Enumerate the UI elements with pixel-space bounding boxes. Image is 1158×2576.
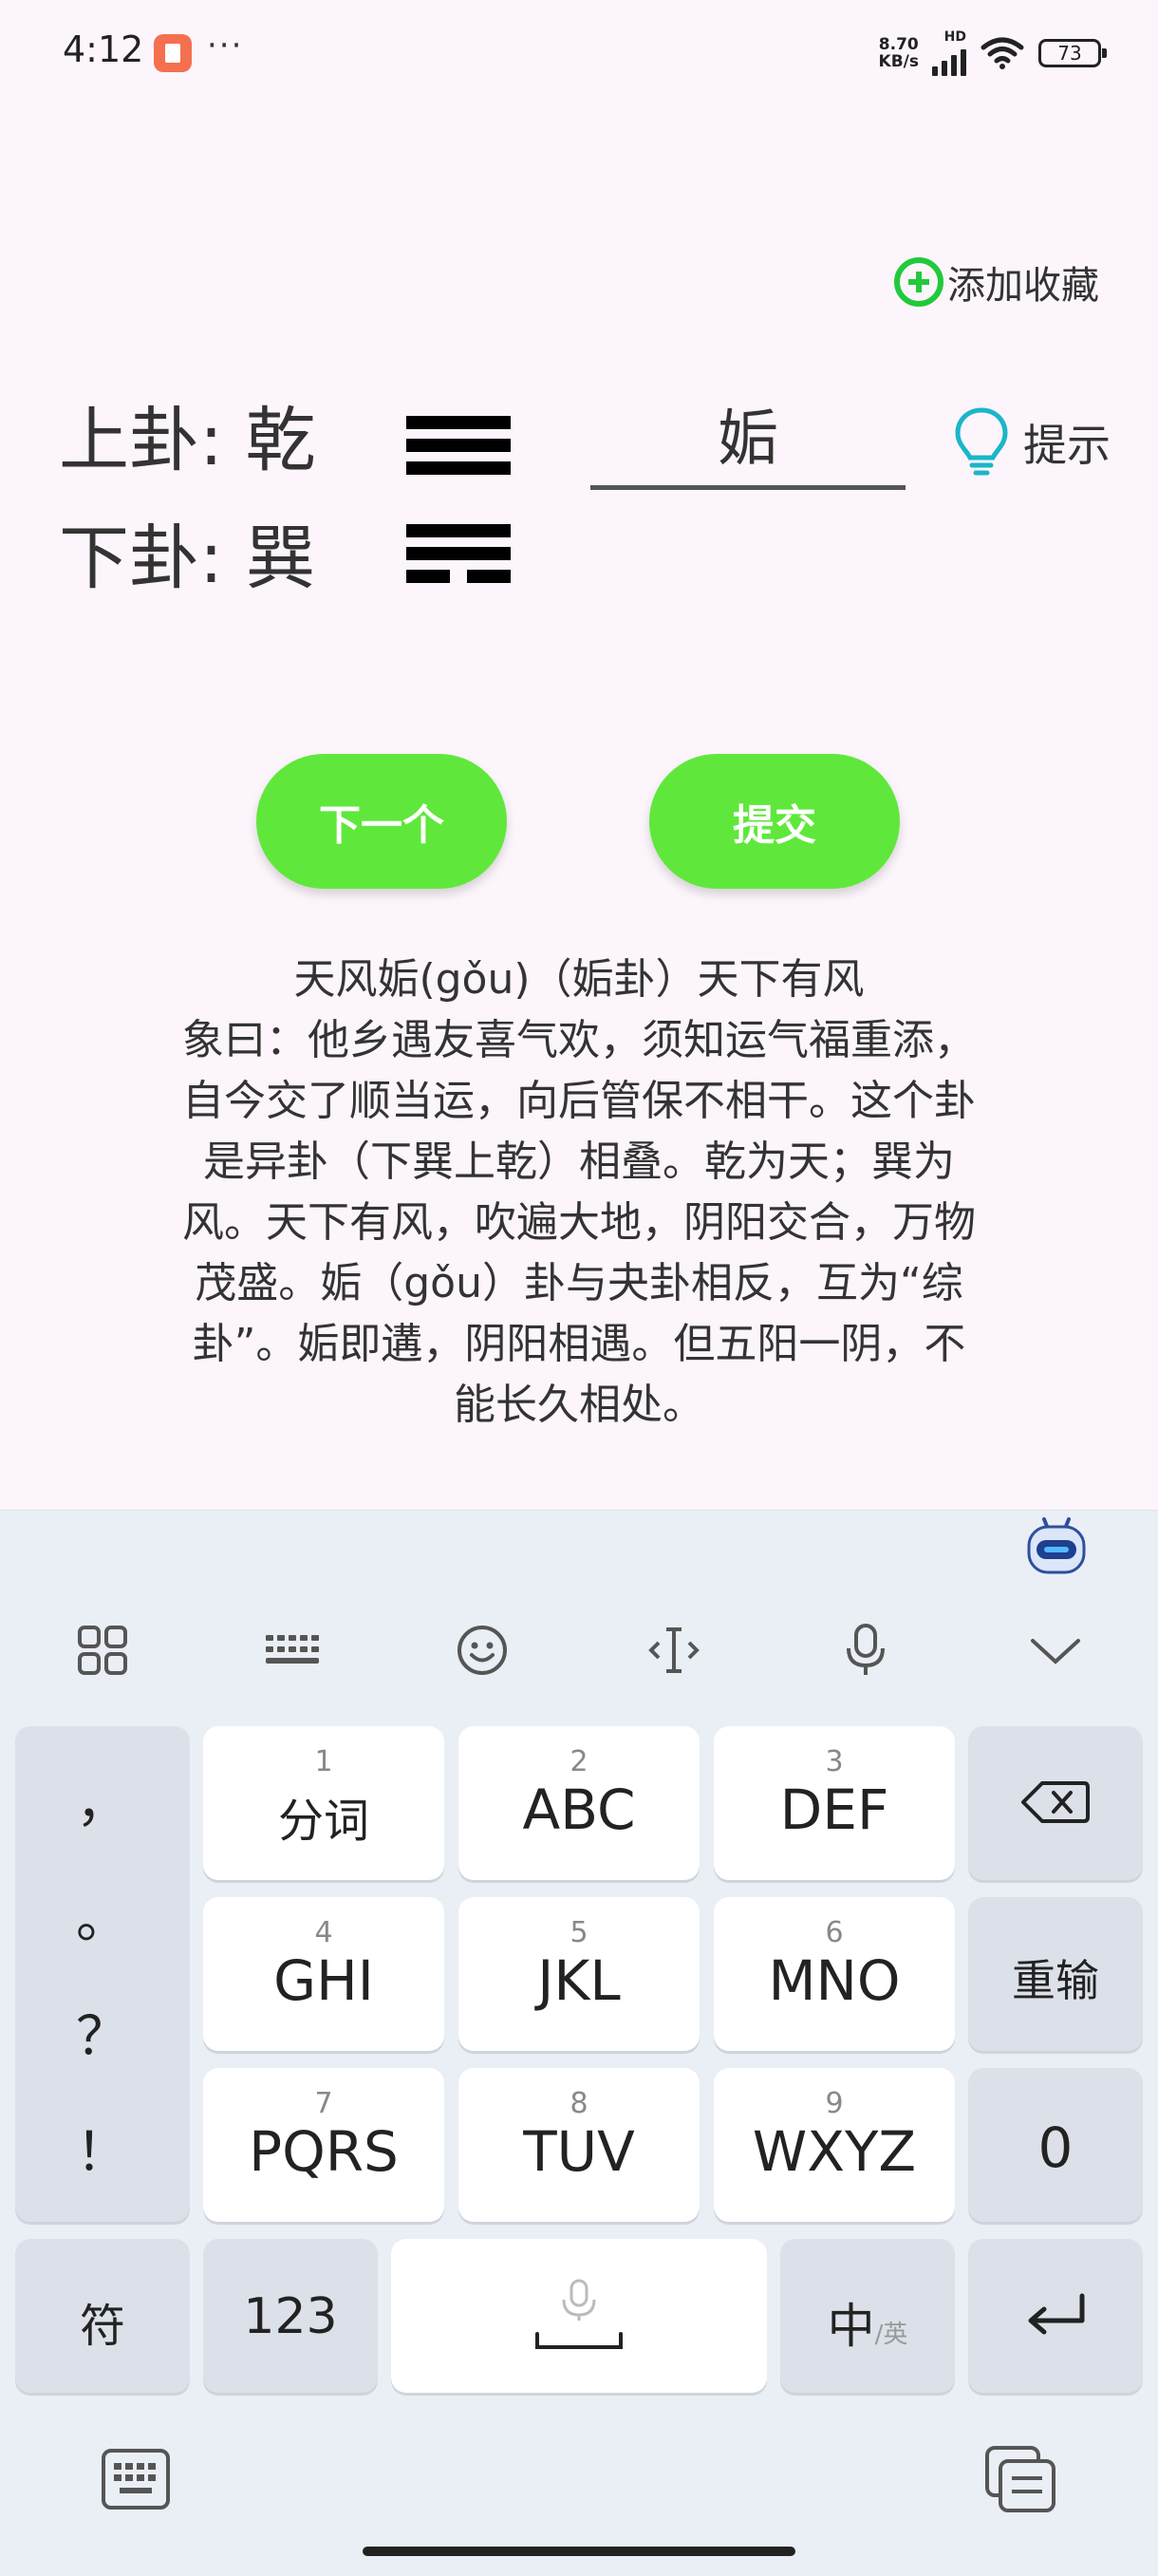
hint-button[interactable]: 提示 <box>953 406 1111 479</box>
key-2[interactable]: 2 ABC <box>458 1726 700 1880</box>
lang-switch-key[interactable]: 中/英 <box>780 2239 955 2393</box>
symbol-key[interactable]: 符 <box>15 2239 190 2393</box>
app-notification-icon <box>154 34 192 72</box>
key-5[interactable]: 5 JKL <box>458 1897 700 2051</box>
key-0[interactable]: 0 <box>968 2068 1143 2222</box>
yang-line <box>406 524 511 537</box>
battery-icon: 73 <box>1038 39 1107 67</box>
more-notifications: ··· <box>207 27 244 65</box>
add-favorite-button[interactable]: 添加收藏 <box>894 254 1099 310</box>
backspace-key[interactable] <box>968 1726 1143 1880</box>
punctuation-key[interactable]: ， 。 ？ ！ <box>15 1726 190 2222</box>
description-line: 茂盛。姤（gǒu）卦与夬卦相反，互为“综 <box>195 1259 963 1307</box>
description-line: 是异卦（下巽上乾）相叠。乾为天；巽为 <box>203 1138 955 1186</box>
lightbulb-icon <box>955 407 1008 476</box>
description-line: 能长久相处。 <box>454 1381 704 1429</box>
cursor-icon[interactable] <box>636 1624 712 1677</box>
hexagram-description: 天风姤(gǒu)（姤卦）天下有风 象曰：他乡遇友喜气欢，须知运气福重添， 自今交… <box>142 950 1016 1436</box>
add-circle-icon <box>894 257 943 307</box>
next-button[interactable]: 下一个 <box>256 754 507 889</box>
key-4[interactable]: 4 GHI <box>203 1897 444 2051</box>
description-line: 天风姤(gǒu)（姤卦）天下有风 <box>293 955 865 1004</box>
exclamation-key[interactable]: ！ <box>15 2110 190 2187</box>
status-time: 4:12 <box>63 28 144 70</box>
yang-line <box>406 416 511 429</box>
description-line: 自今交了顺当运，向后管保不相干。这个卦 <box>182 1077 976 1125</box>
lower-trigram-label: 下卦: 巽 <box>59 517 316 599</box>
key-9[interactable]: 9 WXYZ <box>714 2068 955 2222</box>
period-key[interactable]: 。 <box>15 1876 190 1953</box>
mic-icon[interactable] <box>828 1624 904 1677</box>
description-line: 风。天下有风，吹遍大地，阴阳交合，万物 <box>182 1198 976 1247</box>
yang-line <box>406 547 511 560</box>
clipboard-icon[interactable] <box>983 2444 1057 2514</box>
yin-line <box>406 570 511 583</box>
yang-line <box>406 439 511 452</box>
description-line: 卦”。姤即遘，阴阳相遇。但五阳一阴，不 <box>192 1320 966 1368</box>
wifi-icon <box>981 37 1024 69</box>
space-key[interactable] <box>391 2239 767 2393</box>
submit-button[interactable]: 提交 <box>649 754 900 889</box>
collapse-icon[interactable] <box>1018 1624 1093 1677</box>
apps-icon[interactable] <box>65 1624 140 1677</box>
key-1[interactable]: 1 分词 <box>203 1726 444 1880</box>
yang-line <box>406 461 511 475</box>
hint-label: 提示 <box>1023 420 1111 471</box>
enter-key[interactable] <box>968 2239 1143 2393</box>
network-speed: 8.70 KB/s <box>878 35 919 71</box>
reinput-key[interactable]: 重输 <box>968 1897 1143 2051</box>
keyboard-switch-icon[interactable] <box>101 2448 171 2510</box>
description-line: 象曰：他乡遇友喜气欢，须知运气福重添， <box>182 1016 976 1064</box>
key-6[interactable]: 6 MNO <box>714 1897 955 2051</box>
question-key[interactable]: ？ <box>15 1994 190 2071</box>
number-key[interactable]: 123 <box>203 2239 378 2393</box>
upper-trigram-symbol <box>406 416 511 484</box>
comma-key[interactable]: ， <box>15 1760 190 1837</box>
key-8[interactable]: 8 TUV <box>458 2068 700 2222</box>
key-7[interactable]: 7 PQRS <box>203 2068 444 2222</box>
signal-icon: HD <box>932 30 966 76</box>
status-indicators: 8.70 KB/s HD 73 <box>878 30 1107 76</box>
key-3[interactable]: 3 DEF <box>714 1726 955 1880</box>
backspace-icon <box>1021 1781 1090 1823</box>
lower-trigram-symbol <box>406 524 511 592</box>
answer-input[interactable]: 姤 <box>590 389 906 490</box>
emoji-icon[interactable] <box>444 1624 520 1677</box>
add-favorite-label: 添加收藏 <box>947 264 1099 308</box>
space-mic-icon <box>535 2279 623 2349</box>
upper-trigram-label: 上卦: 乾 <box>59 400 316 481</box>
home-indicator[interactable] <box>363 2547 795 2556</box>
enter-icon <box>1028 2293 1085 2335</box>
keyboard-layout-icon[interactable] <box>254 1624 330 1677</box>
assistant-bot-icon[interactable] <box>1025 1515 1088 1576</box>
